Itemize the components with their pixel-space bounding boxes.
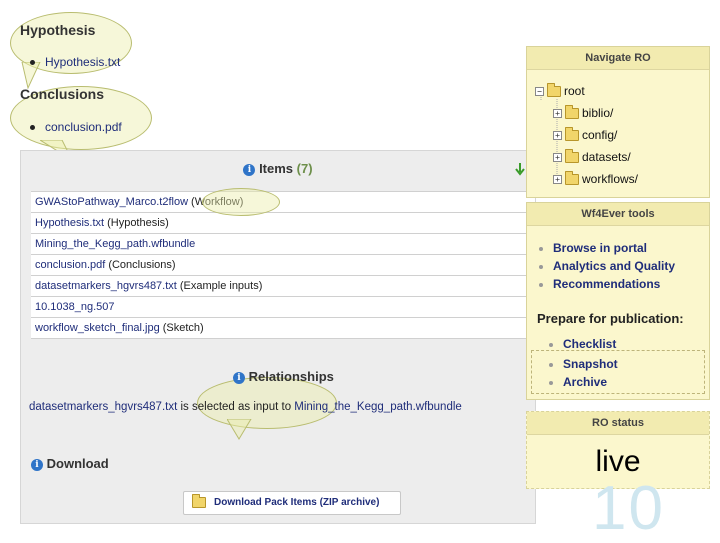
bullet-icon <box>549 380 553 385</box>
tools-link-label: Archive <box>563 375 608 389</box>
tools-link-label: Snapshot <box>563 357 618 371</box>
bullet-icon <box>549 342 553 347</box>
tree-folder-workflows[interactable]: + workflows/ <box>553 171 639 186</box>
conclusions-file-item: conclusion.pdf <box>30 120 122 134</box>
folder-icon <box>565 171 579 186</box>
folder-icon <box>565 105 579 120</box>
bullet-icon <box>30 60 35 66</box>
tools-link-label: Checklist <box>563 337 617 351</box>
tree-folder-label: datasets/ <box>582 150 631 164</box>
wf4ever-tools-box: Wf4Ever tools Browse in portal Analytics… <box>526 202 710 400</box>
folder-icon <box>565 127 579 142</box>
browse-in-portal-link[interactable]: Browse in portal <box>539 241 647 255</box>
expand-icon[interactable]: + <box>553 153 562 163</box>
items-table-row: Hypothesis.txt (Hypothesis) <box>31 213 535 234</box>
item-link[interactable]: workflow_sketch_final.jpg <box>35 322 160 334</box>
folder-icon <box>192 493 206 508</box>
relationships-title: Relationships <box>248 369 334 384</box>
item-link[interactable]: Hypothesis.txt <box>35 217 104 229</box>
bullet-icon <box>549 362 553 367</box>
bullet-icon <box>30 125 35 131</box>
tree-folder-label: workflows/ <box>582 172 639 186</box>
items-table-row: Mining_the_Kegg_path.wfbundle <box>31 234 535 255</box>
download-heading: i Download <box>31 456 109 471</box>
tree-folder-label: biblio/ <box>582 106 614 120</box>
relationship-predicate: is selected as input to <box>177 401 295 413</box>
conclusions-heading: Conclusions <box>20 86 105 102</box>
item-type: (Hypothesis) <box>107 217 169 229</box>
bullet-icon <box>539 246 543 251</box>
item-link[interactable]: 10.1038_ng.507 <box>35 301 115 313</box>
publication-heading: Prepare for publication: <box>537 311 684 326</box>
relationship-statement: datasetmarkers_hgvrs487.txt is selected … <box>29 401 462 413</box>
hypothesis-file-link[interactable]: Hypothesis.txt <box>45 55 120 69</box>
tools-link-label: Recommendations <box>553 277 661 291</box>
tree-folder-biblio[interactable]: + biblio/ <box>553 105 614 120</box>
download-button-label: Download Pack Items (ZIP archive) <box>214 497 380 508</box>
callout-bubble-workflow <box>202 188 280 216</box>
bullet-icon <box>539 264 543 269</box>
relationship-subject-link[interactable]: datasetmarkers_hgvrs487.txt <box>29 401 177 413</box>
collapse-icon[interactable]: − <box>535 87 544 97</box>
arrow-down-icon[interactable] <box>514 163 526 177</box>
folder-open-icon <box>547 83 561 98</box>
item-link[interactable]: datasetmarkers_hgvrs487.txt <box>35 280 177 292</box>
items-table: GWAStoPathway_Marco.t2flow (Workflow) Hypo… <box>31 191 535 339</box>
callout-tail-relationships <box>227 419 252 440</box>
info-icon: i <box>243 163 256 176</box>
tree-root-label: root <box>564 84 585 98</box>
item-link[interactable]: conclusion.pdf <box>35 259 105 271</box>
tree-folder-config[interactable]: + config/ <box>553 127 618 142</box>
tools-link-label: Analytics and Quality <box>553 259 676 273</box>
item-link[interactable]: GWAStoPathway_Marco.t2flow <box>35 196 188 208</box>
expand-icon[interactable]: + <box>553 131 562 141</box>
items-title: Items <box>259 161 294 176</box>
info-icon: i <box>233 371 245 384</box>
items-table-row: 10.1038_ng.507 <box>31 297 535 318</box>
wf4ever-tools-title: Wf4Ever tools <box>527 203 709 226</box>
navigate-ro-box: Navigate RO − root + biblio/ + config/ + dat… <box>526 46 710 198</box>
tree-folder-label: config/ <box>582 128 618 142</box>
items-table-row: conclusion.pdf (Conclusions) <box>31 255 535 276</box>
folder-icon <box>565 149 579 164</box>
snapshot-link[interactable]: Snapshot <box>549 357 618 371</box>
bullet-icon <box>539 282 543 287</box>
archive-link[interactable]: Archive <box>549 375 607 389</box>
download-pack-button[interactable]: Download Pack Items (ZIP archive) <box>183 491 401 515</box>
items-heading: i Items (7) <box>21 161 535 176</box>
hypothesis-heading: Hypothesis <box>20 22 96 38</box>
analytics-quality-link[interactable]: Analytics and Quality <box>539 259 675 273</box>
tree-root[interactable]: − root <box>535 83 585 98</box>
item-type: (Sketch) <box>162 322 204 334</box>
hypothesis-file-item: Hypothesis.txt <box>30 55 120 69</box>
item-type: (Conclusions) <box>108 259 176 271</box>
tools-link-label: Browse in portal <box>553 241 648 255</box>
download-title: Download <box>46 456 109 471</box>
ro-status-title: RO status <box>527 412 709 435</box>
recommendations-link[interactable]: Recommendations <box>539 277 660 291</box>
checklist-link[interactable]: Checklist <box>549 337 616 351</box>
items-table-row: workflow_sketch_final.jpg (Sketch) <box>31 318 535 339</box>
relationship-object-link[interactable]: Mining_the_Kegg_path.wfbundle <box>294 401 462 413</box>
items-count: (7) <box>296 161 313 176</box>
item-type: (Example inputs) <box>179 280 263 292</box>
slide-number: 10 <box>592 474 665 543</box>
items-table-row: GWAStoPathway_Marco.t2flow (Workflow) <box>31 192 535 213</box>
conclusions-file-link[interactable]: conclusion.pdf <box>45 120 122 134</box>
relationships-heading: i Relationships <box>233 369 334 384</box>
info-icon: i <box>31 458 43 471</box>
expand-icon[interactable]: + <box>553 109 562 119</box>
expand-icon[interactable]: + <box>553 175 562 185</box>
item-link[interactable]: Mining_the_Kegg_path.wfbundle <box>35 238 195 250</box>
items-table-row: datasetmarkers_hgvrs487.txt (Example inpu… <box>31 276 535 297</box>
tree-folder-datasets[interactable]: + datasets/ <box>553 149 631 164</box>
